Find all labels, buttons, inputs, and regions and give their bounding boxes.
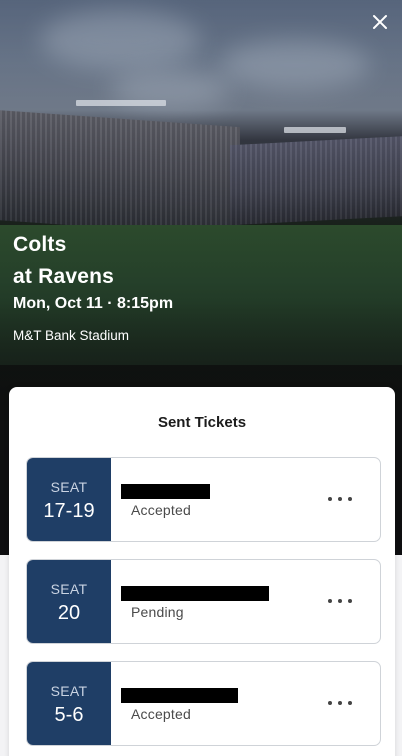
close-icon [373,15,387,29]
event-title: Colts at Ravens [13,229,173,293]
event-info: Colts at Ravens Mon, Oct 11 · 8:15pm M&T… [13,229,173,343]
redacted-recipient [121,688,238,703]
sent-tickets-sheet: Sent Tickets SEAT 17-19 Accepted SEAT 20… [9,387,395,756]
seat-box: SEAT 5-6 [27,662,111,745]
more-options-icon [328,497,332,501]
more-options-button[interactable] [328,494,352,504]
more-options-icon [328,599,332,603]
close-button[interactable] [369,11,391,33]
seat-box: SEAT 20 [27,560,111,643]
event-title-line2: at Ravens [13,265,115,288]
event-venue: M&T Bank Stadium [13,328,130,343]
seat-box: SEAT 17-19 [27,458,111,541]
ticket-status: Pending [131,604,184,620]
more-options-button[interactable] [328,596,352,606]
ticket-card[interactable]: SEAT 20 Pending [26,559,381,644]
event-title-line1: Colts [13,233,67,256]
seat-number: 5-6 [54,704,84,726]
sheet-title: Sent Tickets [157,414,247,431]
seat-number: 17-19 [43,500,95,522]
ticket-status: Accepted [131,706,191,722]
event-datetime: Mon, Oct 11 · 8:15pm [13,295,174,312]
ticket-status: Accepted [131,502,191,518]
seat-number: 20 [57,602,81,624]
more-options-icon [328,701,332,705]
more-options-button[interactable] [328,698,352,708]
redacted-recipient [121,484,210,499]
ticket-card[interactable]: SEAT 17-19 Accepted [26,457,381,542]
ticket-card[interactable]: SEAT 5-6 Accepted [26,661,381,746]
seat-label: SEAT [50,479,88,495]
seat-label: SEAT [50,683,88,699]
seat-label: SEAT [50,581,88,597]
redacted-recipient [121,586,269,601]
